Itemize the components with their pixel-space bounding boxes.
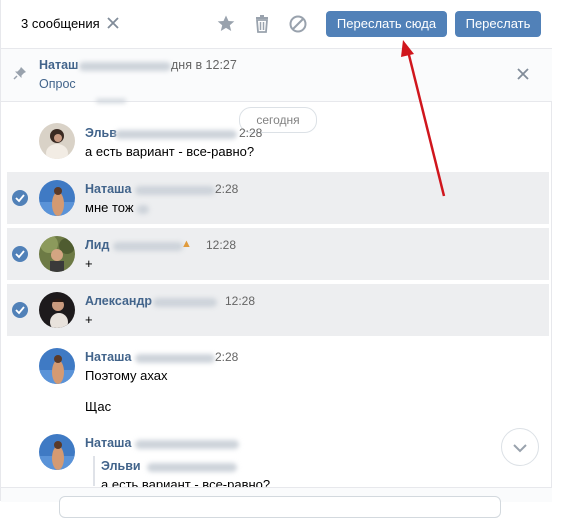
message-text: +: [85, 256, 93, 271]
message-time: 2:28: [215, 350, 239, 364]
check-icon[interactable]: [12, 190, 28, 206]
avatar[interactable]: [39, 434, 75, 470]
composer-area: [1, 487, 552, 518]
pinned-author[interactable]: Наташ: [39, 58, 78, 72]
message-author[interactable]: Наташа: [85, 436, 131, 450]
pinned-time: дня в 12:27: [171, 58, 237, 72]
chat-panel: 3 сообщения Переслать сюда Переслать Нат…: [0, 0, 552, 518]
blurred-name: [147, 463, 237, 472]
scrolled-text-fragment: [96, 99, 126, 103]
block-icon[interactable]: [288, 14, 308, 34]
message-item[interactable]: Лид ▲ 12:28 +: [7, 228, 549, 280]
forward-button[interactable]: Переслать: [455, 11, 541, 37]
message-input[interactable]: [59, 496, 501, 518]
quote-bar: [93, 456, 95, 486]
avatar[interactable]: [39, 180, 75, 216]
message-item[interactable]: Наташа 2:28 Поэтому ахах Щас: [7, 340, 549, 422]
message-item[interactable]: Эльв 2:28 а есть вариант - все-равно?: [7, 118, 549, 174]
emoji-icon: ▲: [181, 238, 192, 250]
message-text: +: [85, 312, 93, 327]
selection-toolbar: 3 сообщения Переслать сюда Переслать: [1, 0, 552, 49]
clear-selection-close-icon[interactable]: [107, 13, 121, 33]
message-time: 2:28: [239, 126, 263, 140]
blurred-name: [135, 354, 215, 363]
selected-count: 3 сообщения: [21, 16, 100, 31]
chevron-down-icon: [513, 444, 527, 453]
avatar[interactable]: [39, 348, 75, 384]
check-icon[interactable]: [12, 302, 28, 318]
message-item[interactable]: Александр 12:28 +: [7, 284, 549, 336]
blurred-name: [135, 440, 239, 449]
message-text: Щас: [85, 399, 112, 414]
message-author[interactable]: Наташа: [85, 350, 131, 364]
blurred-name: [79, 62, 171, 71]
pinned-message[interactable]: Наташ дня в 12:27 Опрос: [1, 49, 552, 102]
message-time: 12:28: [206, 238, 237, 252]
avatar[interactable]: [39, 292, 75, 328]
scrollbar[interactable]: [552, 0, 563, 501]
scroll-down-button[interactable]: [501, 428, 539, 466]
star-icon[interactable]: [216, 14, 236, 34]
check-icon[interactable]: [12, 246, 28, 262]
message-text: а есть вариант - все-равно?: [85, 144, 255, 159]
blurred-name: [113, 242, 183, 251]
message-text: мне тож: [85, 200, 134, 215]
avatar[interactable]: [39, 123, 75, 159]
message-item[interactable]: Наташа 2:28 мне тож: [7, 172, 549, 224]
message-text: Поэтому ахах: [85, 368, 168, 383]
message-time: 12:28: [225, 294, 256, 308]
message-item[interactable]: Наташа Эльви а есть вариант - все-равно?: [7, 428, 549, 492]
message-author[interactable]: Эльв: [85, 126, 117, 140]
message-author[interactable]: Лид: [85, 238, 109, 252]
message-time: 2:28: [215, 182, 239, 196]
message-author[interactable]: Александр: [85, 294, 152, 308]
avatar[interactable]: [39, 236, 75, 272]
unpin-close-icon[interactable]: [515, 66, 531, 82]
pin-icon: [13, 66, 27, 80]
blurred-name: [135, 186, 215, 195]
blurred-text: [137, 205, 149, 214]
quote-author[interactable]: Эльви: [101, 459, 141, 473]
forward-here-button[interactable]: Переслать сюда: [326, 11, 447, 37]
blurred-name: [153, 298, 217, 307]
pinned-text: Опрос: [39, 77, 76, 91]
message-author[interactable]: Наташа: [85, 182, 131, 196]
blurred-name: [115, 130, 237, 139]
trash-icon[interactable]: [252, 14, 272, 34]
